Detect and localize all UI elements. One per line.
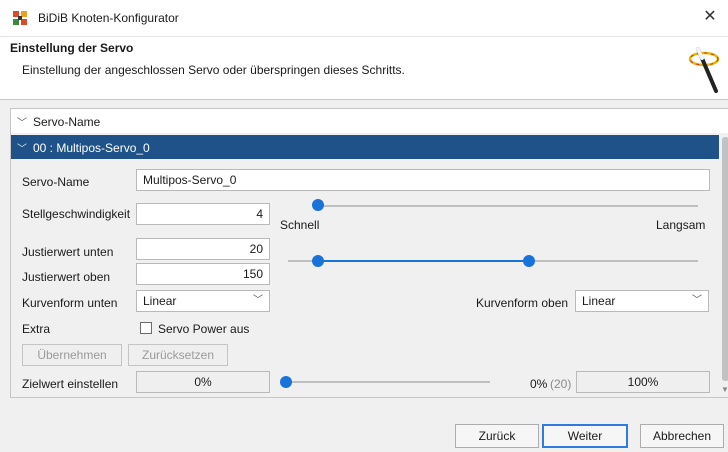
vertical-scrollbar[interactable]: ▼: [719, 133, 728, 397]
curve-low-label: Kurvenform unten: [22, 296, 118, 310]
curve-high-value: Linear: [582, 294, 616, 308]
scroll-down-icon[interactable]: ▼: [721, 385, 728, 394]
range-slider-fill: [318, 260, 529, 262]
range-slider-low-thumb[interactable]: [312, 255, 324, 267]
magic-wand-icon: [688, 47, 720, 93]
wizard-header: Einstellung der Servo Einstellung der an…: [0, 36, 728, 100]
servo-power-label: Servo Power aus: [158, 322, 250, 336]
page-title: Einstellung der Servo: [10, 41, 134, 55]
curve-low-value: Linear: [143, 294, 177, 308]
adjust-low-input[interactable]: 20: [136, 238, 270, 260]
curve-high-select[interactable]: Linear ﹀: [575, 290, 709, 312]
target-slider-track[interactable]: [288, 381, 490, 383]
app-icon: [13, 11, 27, 25]
tree-root[interactable]: ﹀ Servo-Name: [11, 109, 728, 133]
target-label: Zielwert einstellen: [22, 377, 119, 391]
scrollbar-thumb[interactable]: [722, 137, 728, 381]
servo-name-input[interactable]: Multipos-Servo_0: [136, 169, 710, 191]
adjust-low-label: Justierwert unten: [22, 245, 114, 259]
target-value-left: 0%: [136, 371, 270, 393]
adjust-high-label: Justierwert oben: [22, 270, 111, 284]
speed-min-label: Schnell: [280, 218, 320, 232]
window-title: BiDiB Knoten-Konfigurator: [38, 11, 179, 25]
tree-node-label: 00 : Multipos-Servo_0: [33, 141, 150, 155]
speed-slider-thumb[interactable]: [312, 199, 324, 211]
back-button[interactable]: Zurück: [455, 424, 539, 448]
curve-low-select[interactable]: Linear ﹀: [136, 290, 270, 312]
target-percent: 0%: [530, 377, 548, 391]
chevron-down-icon[interactable]: ﹀: [17, 140, 27, 155]
chevron-down-icon: ﹀: [253, 295, 263, 306]
chevron-down-icon: ﹀: [692, 295, 702, 306]
page-subtitle: Einstellung der angeschlossen Servo oder…: [22, 63, 405, 77]
speed-max-label: Langsam: [656, 218, 706, 232]
target-value-right: 100%: [576, 371, 710, 393]
tree-node-selected[interactable]: ﹀ 00 : Multipos-Servo_0: [11, 135, 719, 159]
apply-button[interactable]: Übernehmen: [22, 344, 122, 366]
servo-power-checkbox[interactable]: [140, 322, 152, 334]
next-button[interactable]: Weiter: [542, 424, 628, 448]
adjust-high-input[interactable]: 150: [136, 263, 270, 285]
tree-root-label: Servo-Name: [33, 115, 101, 129]
target-raw: (20): [550, 377, 572, 391]
speed-slider-track[interactable]: [318, 205, 698, 207]
chevron-down-icon[interactable]: ﹀: [17, 114, 27, 129]
speed-input[interactable]: 4: [136, 203, 270, 225]
servo-name-label: Servo-Name: [22, 175, 90, 189]
cancel-button[interactable]: Abbrechen: [640, 424, 724, 448]
curve-high-label: Kurvenform oben: [476, 296, 569, 310]
reset-button[interactable]: Zurücksetzen: [128, 344, 228, 366]
window-titlebar: BiDiB Knoten-Konfigurator ✕: [0, 0, 728, 36]
target-slider-thumb[interactable]: [280, 376, 292, 388]
range-slider-high-thumb[interactable]: [523, 255, 535, 267]
speed-label: Stellgeschwindigkeit: [22, 207, 131, 221]
extra-label: Extra: [22, 322, 51, 336]
close-icon[interactable]: ✕: [700, 7, 720, 27]
